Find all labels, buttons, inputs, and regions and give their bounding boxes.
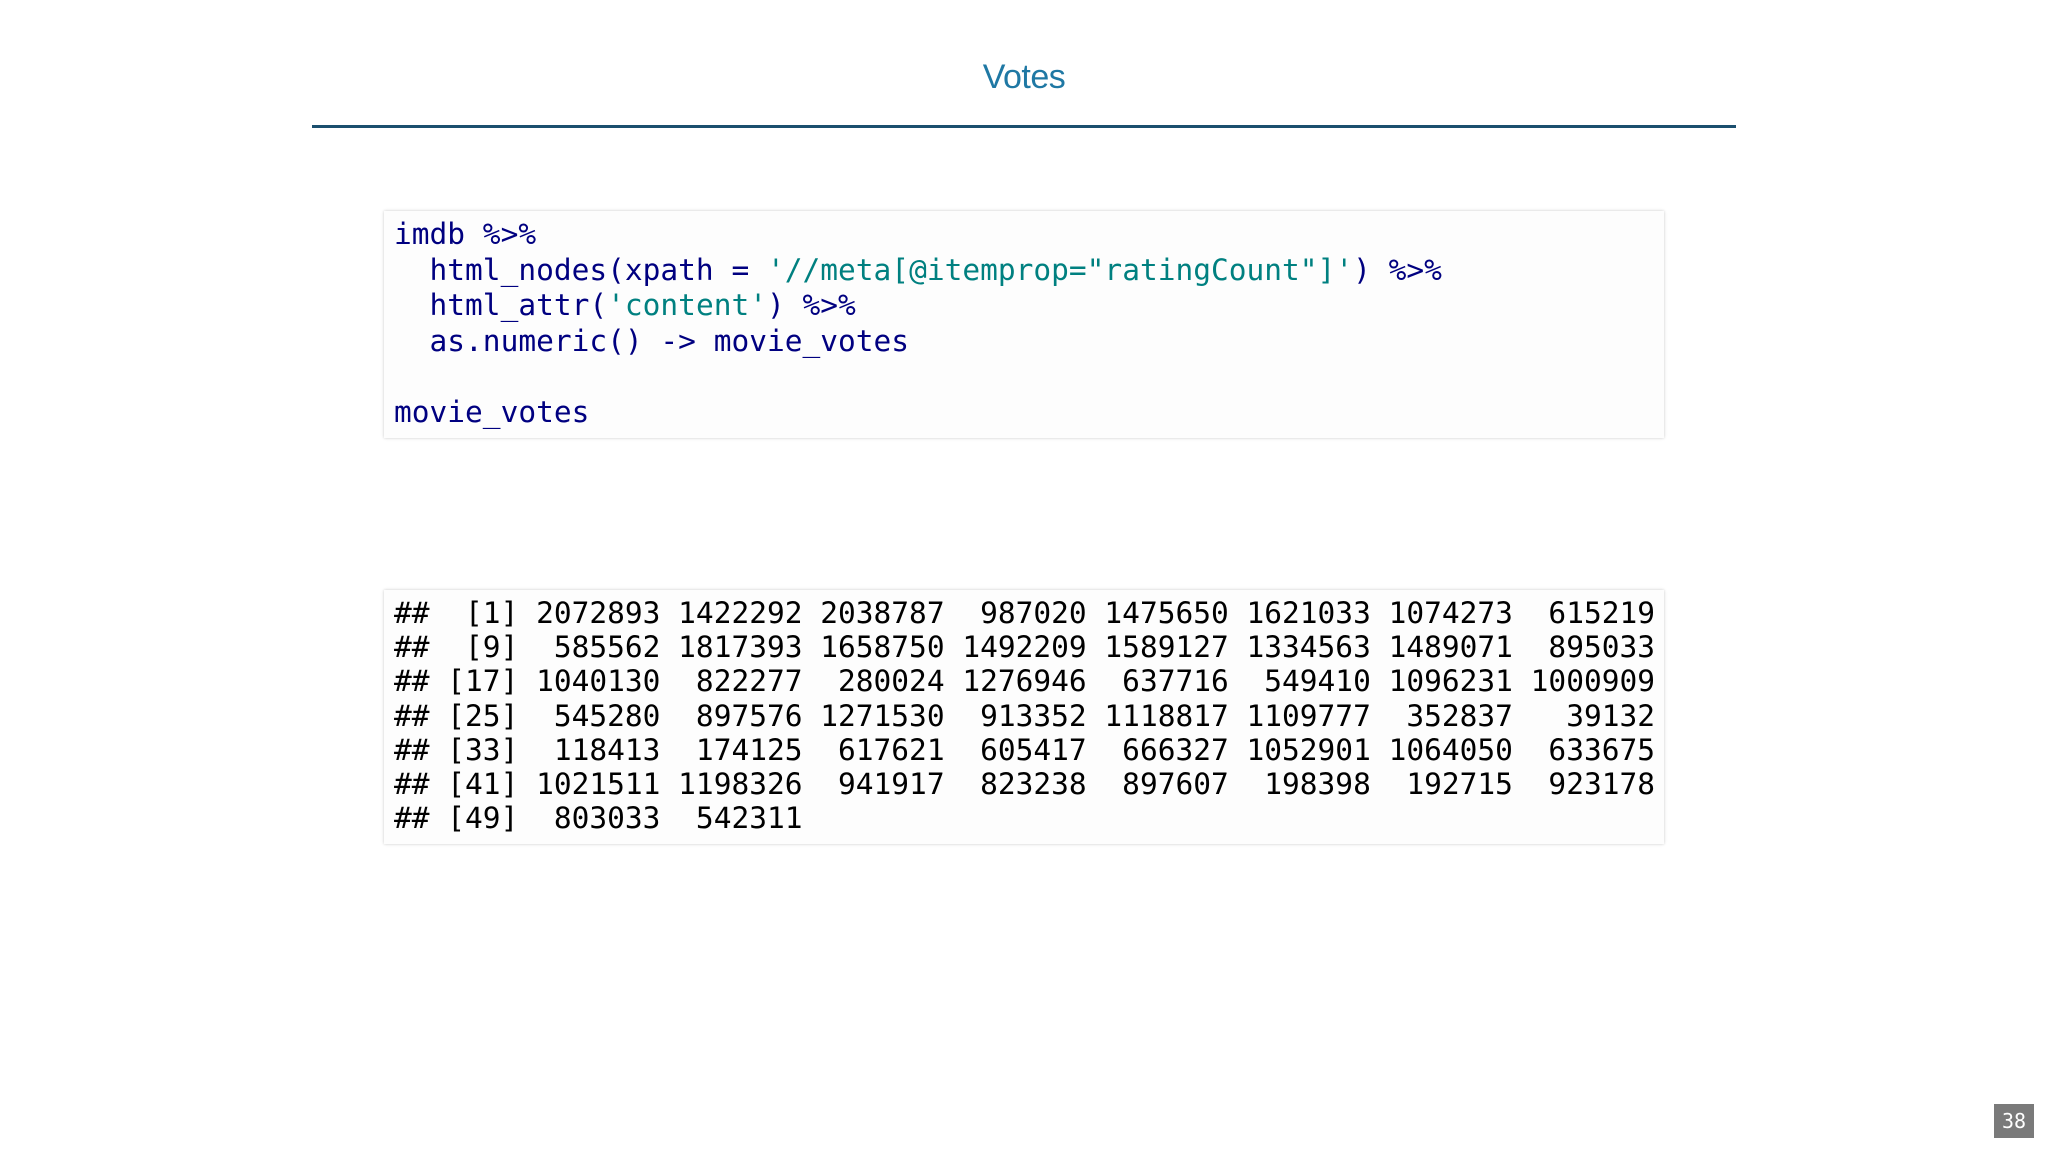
output-line: ## [1] 2072893 1422292 2038787 987020 14… [394,596,1655,630]
output-line: ## [41] 1021511 1198326 941917 823238 89… [394,766,1655,801]
code-text: ) %>% [767,288,856,322]
code-text: ) %>% [1353,252,1442,287]
code-text: movie_votes [394,394,590,429]
output-block: ## [1] 2072893 1422292 2038787 987020 14… [384,590,1664,844]
code-line-3: html_attr('content') %>% [394,288,1654,324]
code-text: as.numeric() -> movie_votes [394,323,910,358]
code-line-6: movie_votes [394,395,1654,431]
code-text: html_attr( [394,288,608,322]
output-line: ## [17] 1040130 822277 280024 1276946 63… [394,664,1655,699]
output-line: ## [33] 118413 174125 617621 605417 6663… [394,732,1655,767]
page-number-badge: 38 [1994,1104,2034,1138]
slide-title: Votes [982,58,1066,96]
string-literal: 'content' [607,288,767,322]
slide: Votes imdb %>% html_nodes(xpath = '//met… [0,0,2048,1152]
output-line: ## [9] 585562 1817393 1658750 1492209 15… [394,630,1655,665]
source-code-block: imdb %>% html_nodes(xpath = '//meta[@ite… [384,211,1664,438]
code-text: imdb %>% [394,217,537,251]
code-line-1: imdb %>% [394,217,1654,253]
output-line: ## [25] 545280 897576 1271530 913352 111… [394,698,1655,733]
title-divider [312,125,1736,128]
output-line: ## [49] 803033 542311 [394,801,803,836]
code-line-2: html_nodes(xpath = '//meta[@itemprop="ra… [394,253,1654,289]
string-literal: '//meta[@itemprop="ratingCount"]' [766,252,1354,287]
code-line-4: as.numeric() -> movie_votes [394,324,1654,360]
code-text: html_nodes(xpath = [394,252,767,287]
